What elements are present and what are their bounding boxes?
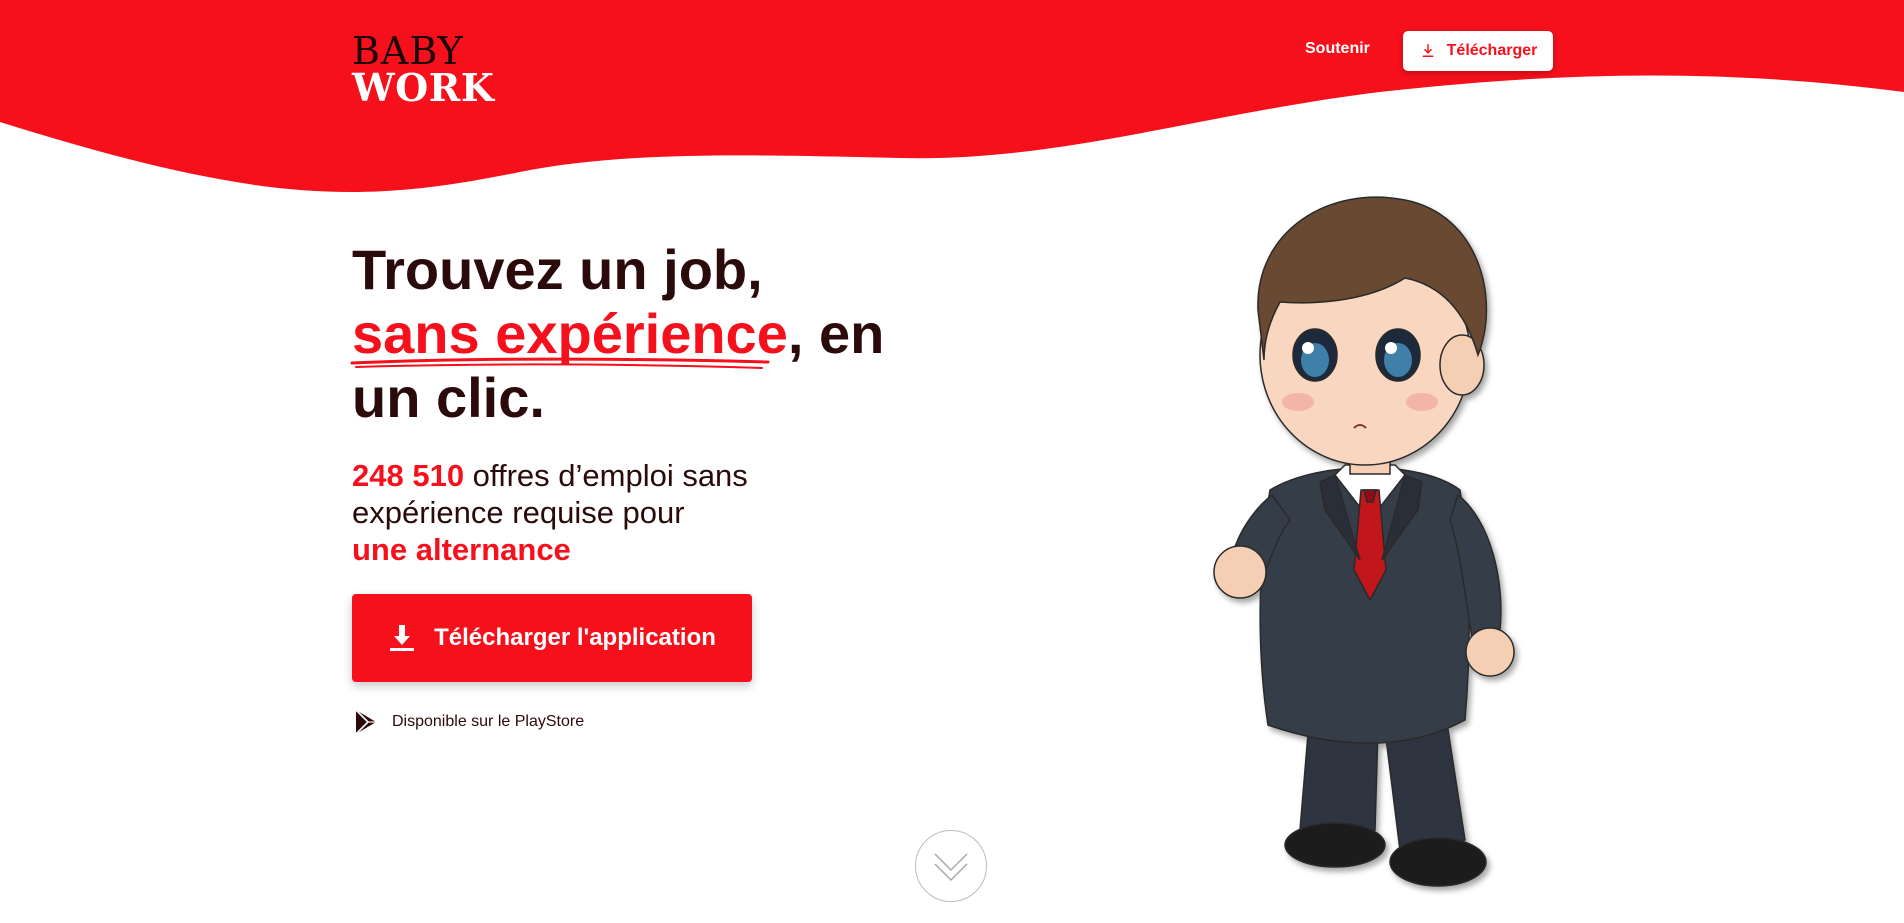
- hero-title-line1: Trouvez un job,: [352, 238, 763, 301]
- hero-subtitle: 248 510 offres d’emploi sans expérience …: [352, 457, 872, 568]
- play-store-link[interactable]: Disponible sur le PlayStore: [352, 707, 584, 737]
- hero-title: Trouvez un job, sans expérience , en un …: [350, 238, 912, 430]
- header-download-button[interactable]: Télécharger: [1403, 31, 1553, 71]
- highlight-underline: [350, 357, 770, 369]
- offers-type: une alternance: [352, 532, 571, 567]
- download-app-label: Télécharger l'application: [434, 624, 716, 651]
- brand-logo[interactable]: BABY WORK: [352, 32, 512, 112]
- scroll-down-button[interactable]: [915, 830, 987, 902]
- play-store-icon: [355, 709, 376, 735]
- hero-title-after-highlight: , en: [787, 302, 885, 365]
- support-link[interactable]: Soutenir: [1305, 40, 1370, 58]
- download-icon: [390, 625, 415, 651]
- hero-title-highlight: sans expérience: [350, 302, 788, 369]
- download-icon: [1422, 44, 1433, 57]
- chevron-down-icon: [934, 853, 968, 882]
- site-header: BABY WORK Soutenir Télécharger: [0, 0, 1904, 108]
- offers-count: 248 510: [352, 458, 465, 493]
- logo-work-text: WORK: [352, 65, 495, 110]
- hero-title-line3: un clic.: [352, 366, 545, 429]
- mascot-illustration: [1213, 196, 1515, 887]
- play-store-label: Disponible sur le PlayStore: [392, 713, 585, 730]
- header-download-label: Télécharger: [1446, 42, 1538, 59]
- download-app-button[interactable]: Télécharger l'application: [352, 594, 752, 682]
